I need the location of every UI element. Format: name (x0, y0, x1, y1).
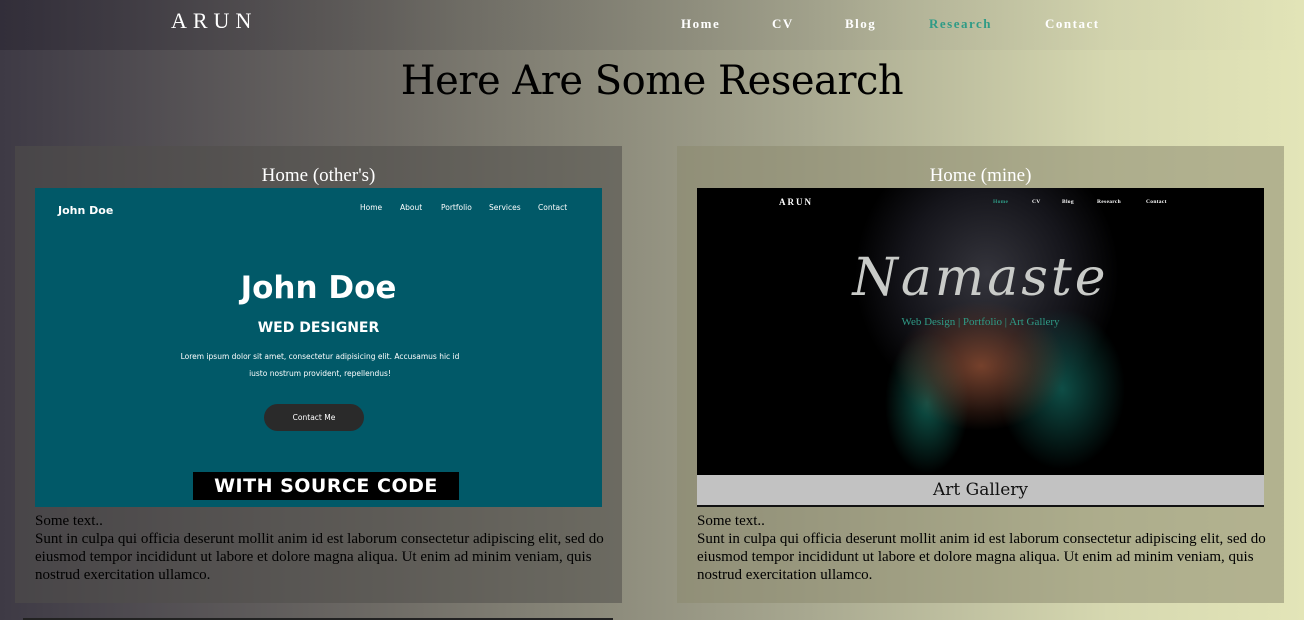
screenshot-art-gallery-band: Art Gallery (697, 475, 1264, 505)
card-description: Some text.. Sunt in culpa qui officia de… (697, 512, 1277, 584)
nav-link-research[interactable]: Research (929, 16, 992, 32)
screenshot-nav-item: CV (1032, 199, 1041, 205)
screenshot-hero-title: Namaste (852, 248, 1109, 308)
card-title: Home (other's) (261, 165, 376, 186)
divider (697, 505, 1264, 507)
screenshot-hero-text: Lorem ipsum dolor sit amet, consectetur … (180, 352, 460, 378)
screenshot-nav-item: Home (993, 199, 1009, 205)
screenshot-nav-item: Portfolio (441, 203, 472, 212)
nav-link-contact[interactable]: Contact (1045, 16, 1100, 32)
screenshot-hero-role: WED DESIGNER (257, 320, 380, 336)
research-card-mine: Home (mine) ARUN Home CV Blog Research C… (677, 146, 1284, 603)
screenshot-logo: John Doe (58, 204, 114, 217)
nav-link-home[interactable]: Home (681, 16, 720, 32)
card-text-body: Sunt in culpa qui officia deserunt molli… (35, 531, 604, 583)
screenshot-john-doe: John Doe Home About Portfolio Services C… (35, 188, 602, 507)
screenshot-nav-item: Contact (1146, 199, 1167, 205)
card-title: Home (mine) (929, 165, 1032, 186)
screenshot-hero-subtitle: Web Design | Portfolio | Art Gallery (901, 316, 1060, 328)
screenshot-nav-item: Blog (1062, 199, 1074, 205)
screenshot-nav-item: Home (360, 203, 383, 212)
card-text-body: Sunt in culpa qui officia deserunt molli… (697, 531, 1266, 583)
screenshot-contact-button: Contact Me (264, 404, 364, 431)
card-description: Some text.. Sunt in culpa qui officia de… (35, 512, 615, 584)
nav-link-cv[interactable]: CV (772, 16, 794, 32)
research-card-others: Home (other's) John Doe Home About Portf… (15, 146, 622, 603)
screenshot-banner: WITH SOURCE CODE (193, 472, 459, 500)
screenshot-namaste: ARUN Home CV Blog Research Contact Namas… (697, 188, 1264, 507)
top-navbar: ARUN Home CV Blog Research Contact (0, 0, 1304, 50)
screenshot-logo: ARUN (779, 197, 813, 207)
nav-link-blog[interactable]: Blog (845, 16, 876, 32)
buddha-image (837, 188, 1137, 475)
screenshot-nav-item: About (400, 203, 423, 212)
screenshot-hero-name: John Doe (240, 270, 397, 306)
card-text-heading: Some text.. (697, 513, 765, 529)
card-text-heading: Some text.. (35, 513, 103, 529)
brand-logo[interactable]: ARUN (171, 8, 257, 34)
screenshot-nav-item: Contact (538, 203, 568, 212)
screenshot-nav-item: Services (489, 203, 521, 212)
screenshot-nav-item: Research (1097, 199, 1121, 205)
page-title: Here Are Some Research (400, 58, 904, 104)
